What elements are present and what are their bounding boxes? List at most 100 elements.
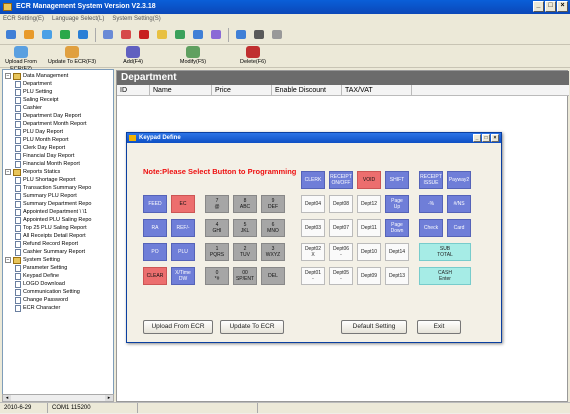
keypad-key-del[interactable]: DEL [261, 267, 285, 285]
menu-system-setting[interactable]: System Setting(S) [112, 14, 160, 25]
keypad-key-x-time[interactable]: X/Time DW [171, 267, 195, 285]
keypad-key-8[interactable]: 8 ABC [233, 195, 257, 213]
tree-item[interactable]: Transaction Summary Repo [15, 184, 91, 192]
delete-f6-button[interactable]: Delete(F6) [228, 46, 278, 66]
ie-icon[interactable] [233, 27, 249, 42]
keypad-key-9[interactable]: 9 DEF [261, 195, 285, 213]
dialog-minimize-button[interactable]: _ [473, 134, 481, 142]
tools-icon[interactable] [208, 27, 224, 42]
tree-item[interactable]: Summary Department Repo [15, 200, 91, 208]
tree-folder[interactable]: − Reports Statics [5, 168, 60, 176]
upload-from-ecr-button[interactable]: Upload From ECR [143, 320, 213, 334]
scroll-left-icon[interactable]: ◂ [3, 395, 11, 401]
keypad-key-dept03[interactable]: Dept03 [301, 219, 325, 237]
update-to-ecr-f3-button[interactable]: Update To ECR(F3) [42, 46, 102, 66]
stop-icon[interactable] [154, 27, 170, 42]
navigation-tree[interactable]: − Data Management Department PLU Setting Sal… [2, 69, 114, 402]
delete-icon[interactable] [136, 27, 152, 42]
arrow-icon[interactable] [269, 27, 285, 42]
refresh-icon[interactable] [75, 27, 91, 42]
keypad-key-void[interactable]: VOID [357, 171, 381, 189]
tree-item[interactable]: Department Month Report [15, 120, 87, 128]
keypad-key-receipt[interactable]: RECEIPT ISSUE [419, 171, 443, 189]
keypad-key-po[interactable]: PO [143, 243, 167, 261]
tree-item[interactable]: PLU Month Report [15, 136, 69, 144]
menu-language[interactable]: Language Select(L) [52, 14, 104, 25]
globe-icon[interactable] [57, 27, 73, 42]
tree-item[interactable]: Department [15, 80, 52, 88]
keypad-key-2[interactable]: 2 TUV [233, 243, 257, 261]
tree-item[interactable]: PLU Shortage Report [15, 176, 76, 184]
keypad-key-ref[interactable]: REF/- [171, 219, 195, 237]
update-to-ecr-button[interactable]: Update To ECR [220, 320, 284, 334]
keypad-key-card[interactable]: Card [447, 219, 471, 237]
folder-icon[interactable] [39, 27, 55, 42]
tree-item[interactable]: Appointed Department \ \1 [15, 208, 87, 216]
default-setting-button[interactable]: Default Setting [341, 320, 407, 334]
tree-item[interactable]: Appointed PLU Saling Repo [15, 216, 92, 224]
chart-icon[interactable] [190, 27, 206, 42]
dialog-maximize-button[interactable]: □ [482, 134, 490, 142]
edit-icon[interactable] [118, 27, 134, 42]
col-enable-discount[interactable]: Enable Discount [272, 85, 342, 95]
modify-f5-button[interactable]: Modify(F5) [168, 46, 218, 66]
keypad-key-dept14[interactable]: Dept14 [385, 243, 409, 261]
keypad-key-receipt[interactable]: RECEIPT ON/OFF [329, 171, 353, 189]
tree-item[interactable]: Department Day Report [15, 112, 81, 120]
keypad-key-clear[interactable]: CLEAR [143, 267, 167, 285]
keypad-key-00[interactable]: 00 SP/ENT [233, 267, 257, 285]
export-icon[interactable] [172, 27, 188, 42]
dialog-close-button[interactable]: × [491, 134, 499, 142]
keypad-key-cash[interactable]: CASH Enter [419, 267, 471, 285]
open-icon[interactable] [3, 27, 19, 42]
collapse-icon[interactable]: − [5, 257, 11, 263]
tree-item[interactable]: Refund Record Report [15, 240, 78, 248]
keypad-key-dept05[interactable]: Dept05 - [329, 267, 353, 285]
keypad-key-4[interactable]: 4 GHI [205, 219, 229, 237]
keypad-key-plu[interactable]: PLU [171, 243, 195, 261]
tree-item[interactable]: Financial Month Report [15, 160, 80, 168]
keypad-key-dept04[interactable]: Dept04 [301, 195, 325, 213]
keypad-key-dept12[interactable]: Dept12 [357, 195, 381, 213]
tree-item[interactable]: All Receipts Detail Report [15, 232, 86, 240]
keypad-key-feed[interactable]: FEED [143, 195, 167, 213]
keypad-key-check[interactable]: Check [419, 219, 443, 237]
col-price[interactable]: Price [212, 85, 272, 95]
keypad-key-dept07[interactable]: Dept07 [329, 219, 353, 237]
collapse-icon[interactable]: − [5, 169, 11, 175]
keypad-key-dept11[interactable]: Dept11 [357, 219, 381, 237]
keypad-key-6[interactable]: 6 MNO [261, 219, 285, 237]
tree-scrollbar[interactable]: ◂ ▸ [2, 394, 114, 402]
keypad-key-0[interactable]: 0 *# [205, 267, 229, 285]
keypad-key-dept09[interactable]: Dept09 [357, 267, 381, 285]
tree-item[interactable]: Communication Setting [15, 288, 80, 296]
save-icon[interactable] [21, 27, 37, 42]
tree-item[interactable]: Cashier [15, 104, 42, 112]
col-name[interactable]: Name [150, 85, 212, 95]
keypad-key-7[interactable]: 7 @ [205, 195, 229, 213]
keypad-key-payway2[interactable]: Payway2 [447, 171, 471, 189]
keypad-key-shift[interactable]: SHIFT [385, 171, 409, 189]
keypad-key-clerk[interactable]: CLERK [301, 171, 325, 189]
minimize-button[interactable]: _ [533, 1, 544, 12]
maximize-button[interactable]: □ [545, 1, 556, 12]
download-icon[interactable] [251, 27, 267, 42]
keypad-key-ec[interactable]: EC [171, 195, 195, 213]
tree-item[interactable]: PLU Setting [15, 88, 52, 96]
col-id[interactable]: ID [117, 85, 150, 95]
keypad-key-dept02[interactable]: Dept02 X [301, 243, 325, 261]
tree-item[interactable]: Financial Day Report [15, 152, 74, 160]
tree-item[interactable]: Parameter Setting [15, 264, 67, 272]
tree-item[interactable]: ECR Character [15, 304, 60, 312]
tree-item[interactable]: Keypad Define [15, 272, 59, 280]
tree-item[interactable]: Change Password [15, 296, 68, 304]
keypad-key-ra[interactable]: RA [143, 219, 167, 237]
keypad-key-1[interactable]: 1 PQRS [205, 243, 229, 261]
collapse-icon[interactable]: − [5, 73, 11, 79]
keypad-key-ns[interactable]: #/NS [447, 195, 471, 213]
keypad-key-5[interactable]: 5 JKL [233, 219, 257, 237]
tree-folder[interactable]: − System Setting [5, 256, 60, 264]
scroll-right-icon[interactable]: ▸ [105, 395, 113, 401]
tree-item[interactable]: Cashier Summary Report [15, 248, 85, 256]
tree-folder[interactable]: − Data Management [5, 72, 68, 80]
